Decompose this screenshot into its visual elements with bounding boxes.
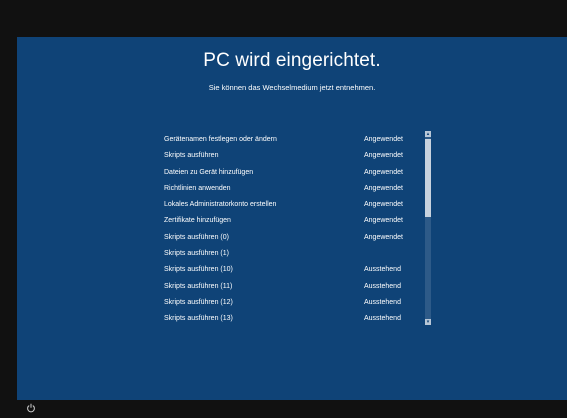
step-name: Skripts ausführen (1) [164, 250, 229, 258]
steps-list: Gerätenamen festlegen oder ändern Angewe… [164, 132, 424, 322]
list-scrollbar[interactable]: ▴ ▾ [425, 131, 431, 325]
list-item: Gerätenamen festlegen oder ändern Angewe… [164, 132, 424, 148]
power-icon-glyph [27, 403, 35, 413]
list-item: Skripts ausführen (10) Ausstehend [164, 262, 424, 278]
power-icon[interactable] [26, 403, 38, 415]
step-name: Skripts ausführen [164, 152, 219, 160]
list-item: Dateien zu Gerät hinzufügen Angewendet [164, 165, 424, 181]
list-item: Skripts ausführen (1) [164, 246, 424, 262]
step-name: Skripts ausführen (11) [164, 282, 233, 290]
list-item: Skripts ausführen (13) Ausstehend [164, 311, 424, 322]
step-name: Skripts ausführen (13) [164, 315, 233, 322]
list-item: Skripts ausführen (12) Ausstehend [164, 295, 424, 311]
setup-screen: PC wird eingerichtet. Sie können das Wec… [17, 37, 567, 400]
step-name: Richtlinien anwenden [164, 184, 231, 192]
step-name: Skripts ausführen (10) [164, 266, 233, 274]
step-name: Zertifikate hinzufügen [164, 217, 231, 225]
step-status: Ausstehend [364, 315, 401, 322]
step-name: Dateien zu Gerät hinzufügen [164, 168, 254, 176]
page-subtitle: Sie können das Wechselmedium jetzt entne… [208, 83, 376, 92]
page-title: PC wird eingerichtet. [203, 50, 381, 71]
list-item: Skripts ausführen Angewendet [164, 148, 424, 164]
bottom-bar [0, 400, 567, 418]
top-bar [0, 0, 567, 37]
step-name: Lokales Administratorkonto erstellen [164, 201, 277, 209]
step-status: Ausstehend [364, 266, 401, 274]
step-status: Ausstehend [364, 282, 401, 290]
step-status: Angewendet [364, 168, 403, 176]
step-name: Gerätenamen festlegen oder ändern [164, 136, 277, 143]
scrollbar-thumb[interactable] [425, 139, 431, 217]
step-status: Angewendet [364, 233, 403, 241]
list-item: Skripts ausführen (11) Ausstehend [164, 279, 424, 295]
step-status: Angewendet [364, 184, 403, 192]
step-name: Skripts ausführen (0) [164, 233, 229, 241]
step-status: Angewendet [364, 136, 403, 143]
step-name: Skripts ausführen (12) [164, 298, 233, 306]
step-status: Angewendet [364, 201, 403, 209]
chevron-down-icon[interactable]: ▾ [425, 319, 431, 325]
step-status: Angewendet [364, 152, 403, 160]
list-item: Lokales Administratorkonto erstellen Ang… [164, 197, 424, 213]
list-item: Skripts ausführen (0) Angewendet [164, 230, 424, 246]
chevron-up-icon[interactable]: ▴ [425, 131, 431, 137]
step-status: Angewendet [364, 217, 403, 225]
list-item: Zertifikate hinzufügen Angewendet [164, 213, 424, 229]
list-item: Richtlinien anwenden Angewendet [164, 181, 424, 197]
step-status: Ausstehend [364, 298, 401, 306]
